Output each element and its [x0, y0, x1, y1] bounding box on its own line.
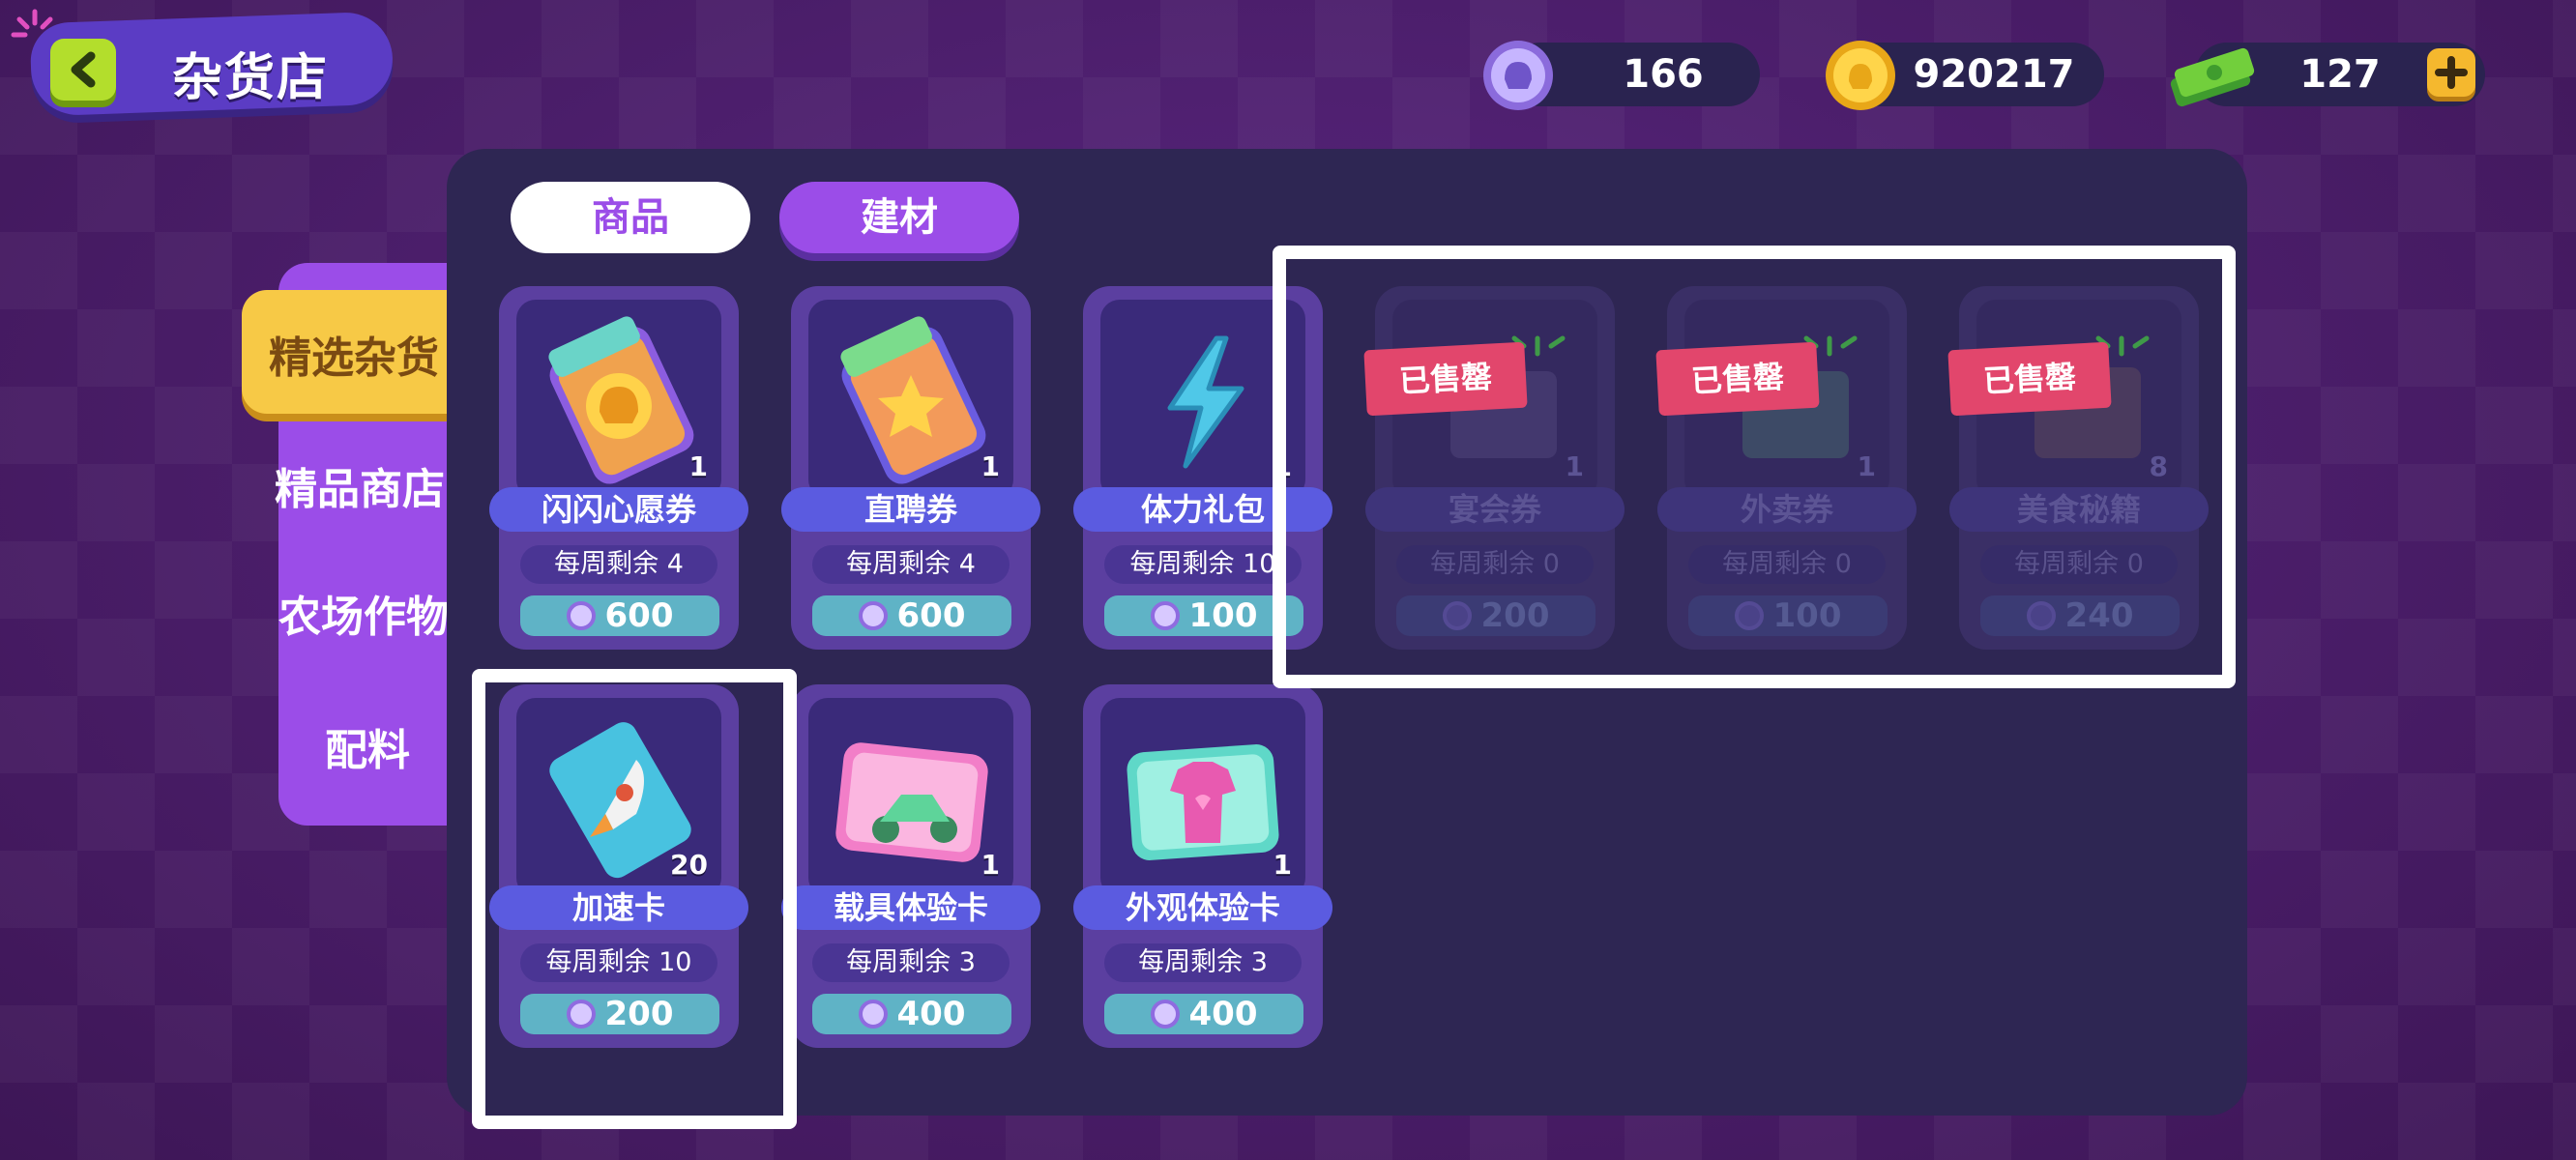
tab-goods[interactable]: 商品: [511, 182, 750, 253]
item-name: 直聘券: [781, 487, 1040, 532]
cash-stack-icon: [2170, 47, 2255, 107]
gold-coin-icon: [1826, 41, 1895, 110]
gem-token-icon: [566, 601, 596, 630]
back-button[interactable]: [50, 39, 116, 101]
price-value: 600: [604, 596, 674, 635]
speed-card-highlight-frame: [472, 669, 797, 1129]
price-value: 400: [896, 995, 966, 1033]
sidebar-item-ingredients[interactable]: 配料: [325, 715, 410, 777]
shop-item-card[interactable]: 1 直聘券 每周剩余 4 600: [781, 286, 1040, 650]
gem-token-icon: [1150, 601, 1180, 630]
item-name: 闪闪心愿券: [489, 487, 748, 532]
weekly-limit: 每周剩余 4: [520, 545, 717, 584]
item-name: 载具体验卡: [781, 885, 1040, 930]
add-cash-button[interactable]: [2427, 48, 2475, 97]
cash-value: 127: [2299, 52, 2381, 97]
shop-item-card[interactable]: 1 外观体验卡 每周剩余 3 400: [1073, 684, 1332, 1048]
shop-item-card[interactable]: 1 载具体验卡 每周剩余 3 400: [781, 684, 1040, 1048]
gem-value: 166: [1623, 52, 1704, 97]
gold-value: 920217: [1913, 52, 2075, 97]
price-button[interactable]: 600: [520, 595, 719, 636]
shop-item-card[interactable]: 1 闪闪心愿券 每周剩余 4 600: [489, 286, 748, 650]
item-name: 外观体验卡: [1073, 885, 1332, 930]
price-button[interactable]: 400: [812, 994, 1011, 1034]
price-value: 600: [896, 596, 966, 635]
sidebar-item-farm-crops[interactable]: 农场作物: [278, 582, 449, 644]
plus-icon: [2435, 56, 2468, 89]
tab-materials[interactable]: 建材: [779, 182, 1019, 253]
item-quantity: 1: [688, 450, 708, 482]
price-button[interactable]: 400: [1104, 994, 1303, 1034]
item-quantity: 1: [981, 849, 1000, 881]
price-value: 100: [1188, 596, 1258, 635]
weekly-limit: 每周剩余 3: [1104, 943, 1302, 982]
page-title: 杂货店: [172, 49, 330, 107]
sold-out-highlight-frame: [1273, 246, 2236, 688]
chevron-left-icon: [71, 51, 96, 88]
weekly-limit: 每周剩余 3: [812, 943, 1010, 982]
weekly-limit: 每周剩余 4: [812, 545, 1010, 584]
price-value: 400: [1188, 995, 1258, 1033]
item-quantity: 1: [1273, 849, 1292, 881]
price-button[interactable]: 600: [812, 595, 1011, 636]
sidebar-item-boutique[interactable]: 精品商店: [275, 454, 445, 516]
gem-token-icon: [858, 601, 888, 630]
gem-token-icon: [1150, 1000, 1180, 1029]
sidebar-item-featured-label: 精选杂货: [269, 334, 439, 383]
gem-token-icon: [858, 1000, 888, 1029]
item-quantity: 1: [981, 450, 1000, 482]
gem-token-icon: [1483, 41, 1553, 110]
